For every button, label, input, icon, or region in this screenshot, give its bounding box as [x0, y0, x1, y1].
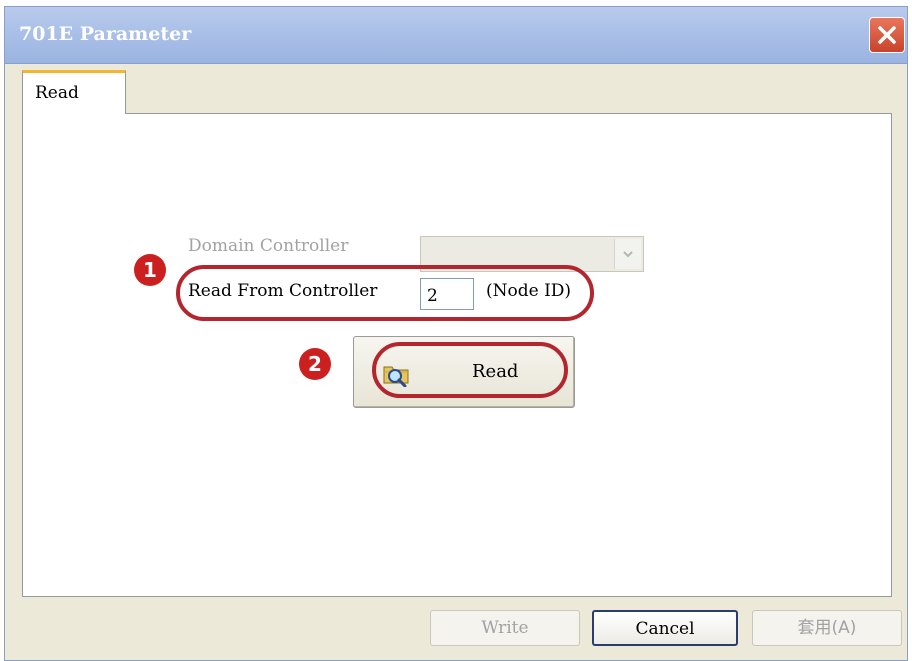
cancel-button[interactable]: Cancel [592, 610, 738, 646]
window-title: 701E Parameter [19, 23, 192, 45]
step-badge-2: 2 [299, 348, 331, 380]
dropdown-button[interactable] [614, 239, 641, 269]
close-button[interactable] [869, 17, 905, 53]
close-icon [878, 26, 896, 44]
apply-button[interactable]: 套用(A) [752, 610, 902, 646]
tab-read-label: Read [35, 83, 79, 103]
highlight-ring-step1 [176, 265, 594, 321]
title-bar[interactable]: 701E Parameter [5, 7, 907, 64]
tab-read[interactable]: Read [22, 70, 126, 114]
step-badge-1: 1 [134, 254, 166, 286]
domain-controller-label: Domain Controller [188, 236, 349, 256]
write-button[interactable]: Write [430, 610, 580, 646]
chevron-down-icon [623, 251, 633, 258]
highlight-ring-step2 [372, 342, 568, 398]
